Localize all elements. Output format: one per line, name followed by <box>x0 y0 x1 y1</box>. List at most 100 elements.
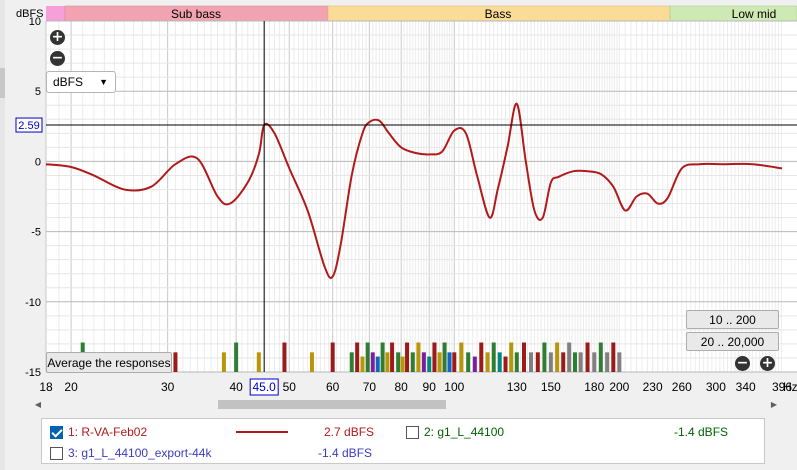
legend-item-1-checkbox[interactable] <box>50 426 63 439</box>
average-responses-button[interactable]: Average the responses <box>46 352 172 373</box>
minus-circle-icon[interactable]: − <box>735 356 750 371</box>
x-tick-label: 40 <box>229 380 243 394</box>
peak-bar <box>396 352 401 372</box>
band-sub-bass-label: Sub bass <box>171 7 221 21</box>
peak-bar <box>503 356 508 372</box>
x-tick-label: 180 <box>584 380 604 394</box>
y-tick-label: 10 <box>29 16 41 28</box>
scroll-right-icon[interactable]: ▶ <box>766 396 782 413</box>
peak-bar <box>234 342 239 372</box>
peak-bar <box>459 342 464 372</box>
legend-item-1-label: 1: R-VA-Feb02 <box>68 425 148 439</box>
frequency-response-chart[interactable]: Sub bass Bass Low mid dBFS 1050-5-10-15 … <box>0 0 797 396</box>
y-tick-label: -15 <box>25 367 41 379</box>
x-tick-label: 100 <box>444 380 464 394</box>
peak-bar <box>491 342 496 372</box>
band-bass-label: Bass <box>485 7 512 21</box>
legend-item-3-label: 3: g1_L_44100_export-44k <box>68 446 212 460</box>
x-tick-label: 70 <box>363 380 377 394</box>
horizontal-scrollbar[interactable]: ◀ ▶ <box>30 396 782 413</box>
legend-item-2-checkbox[interactable] <box>406 426 419 439</box>
peak-bar <box>561 352 566 372</box>
legend-item-1-swatch <box>236 431 288 433</box>
x-tick-label: 340 <box>736 380 756 394</box>
peak-bar <box>410 352 415 372</box>
peak-bar <box>405 342 410 372</box>
legend-item-1[interactable]: 1: R-VA-Feb02 2.7 dBFS <box>48 423 378 441</box>
plus-circle-icon[interactable]: + <box>760 356 775 371</box>
legend-item-2[interactable]: 2: g1_L_44100 -1.4 dBFS <box>404 423 744 441</box>
unit-select-value: dBFS <box>53 75 84 89</box>
peak-bar <box>427 356 432 372</box>
peak-bar <box>385 352 390 372</box>
peak-bar <box>509 342 514 372</box>
x-tick-label: 18 <box>39 380 53 394</box>
y-tick-label: 0 <box>35 156 41 168</box>
peak-bar <box>365 342 370 372</box>
unit-select[interactable]: dBFS ▼ <box>46 71 116 93</box>
scrollbar-thumb[interactable] <box>218 400 446 409</box>
peak-bar <box>355 342 360 372</box>
peak-bar <box>528 352 533 372</box>
x-tick-label: 130 <box>507 380 527 394</box>
peak-bar <box>567 342 572 372</box>
peak-bar <box>548 352 553 372</box>
x-axis-ticks: 18 20 30 40 50 60 70 80 90 100 130 150 180 200 230 260 3… <box>39 380 792 394</box>
peak-bar <box>466 352 471 372</box>
legend-item-3-value: -1.4 dBFS <box>318 446 373 460</box>
peak-bar <box>535 352 540 372</box>
peak-bar <box>578 352 583 372</box>
chevron-down-icon: ▼ <box>99 77 108 87</box>
y-axis-ticks: 10 5 0 -5 -10 -15 <box>25 16 41 379</box>
peak-bar <box>497 352 502 372</box>
peak-bar <box>173 352 178 372</box>
peak-bar <box>282 342 287 372</box>
hz-unit-label: Hz <box>783 380 797 394</box>
peak-bar <box>598 342 603 372</box>
peak-bar <box>542 342 547 372</box>
legend-item-3[interactable]: 3: g1_L_44100_export-44k -1.4 dBFS <box>48 444 378 462</box>
peak-bar <box>437 352 442 372</box>
x-tick-label: 90 <box>423 380 437 394</box>
plus-circle-icon[interactable]: + <box>50 30 65 45</box>
peak-bar <box>572 352 577 372</box>
peak-bar <box>611 342 616 372</box>
peak-bar <box>390 342 395 372</box>
peak-bar <box>585 342 590 372</box>
peak-bar <box>514 352 519 372</box>
peak-bar <box>521 342 526 372</box>
peak-bar <box>221 352 226 372</box>
scroll-left-icon[interactable]: ◀ <box>30 396 46 413</box>
cursor-x-readout: 45.0 <box>252 380 276 394</box>
peak-bar <box>605 352 610 372</box>
peak-bar <box>380 342 385 372</box>
peak-bar <box>432 342 437 372</box>
band-left-edge <box>46 6 65 21</box>
x-tick-label: 260 <box>672 380 692 394</box>
peak-bar <box>447 352 452 372</box>
legend-item-2-label: 2: g1_L_44100 <box>424 425 505 439</box>
x-tick-label: 80 <box>394 380 408 394</box>
peak-bar <box>442 342 447 372</box>
legend-item-2-value: -1.4 dBFS <box>674 425 729 439</box>
y-tick-label: 5 <box>35 86 41 98</box>
x-tick-label: 60 <box>326 380 340 394</box>
peak-bar <box>485 352 490 372</box>
legend-item-3-checkbox[interactable] <box>50 447 63 460</box>
peak-bar <box>452 352 457 372</box>
peak-bar <box>375 356 380 372</box>
x-tick-label: 50 <box>283 380 297 394</box>
range-10-200-button[interactable]: 10 .. 200 <box>686 310 779 329</box>
x-tick-label: 150 <box>541 380 561 394</box>
x-tick-label: 30 <box>161 380 175 394</box>
peak-bar <box>555 342 560 372</box>
peak-bar <box>592 352 597 372</box>
y-tick-label: -5 <box>31 227 41 239</box>
x-tick-label: 20 <box>64 380 78 394</box>
minus-circle-icon[interactable]: − <box>50 51 65 66</box>
band-low-mid-label: Low mid <box>732 7 777 21</box>
peak-bar <box>349 352 354 372</box>
peak-bar <box>479 342 484 372</box>
band-header: Sub bass Bass Low mid <box>46 5 797 22</box>
range-20-20000-button[interactable]: 20 .. 20,000 <box>686 332 779 351</box>
